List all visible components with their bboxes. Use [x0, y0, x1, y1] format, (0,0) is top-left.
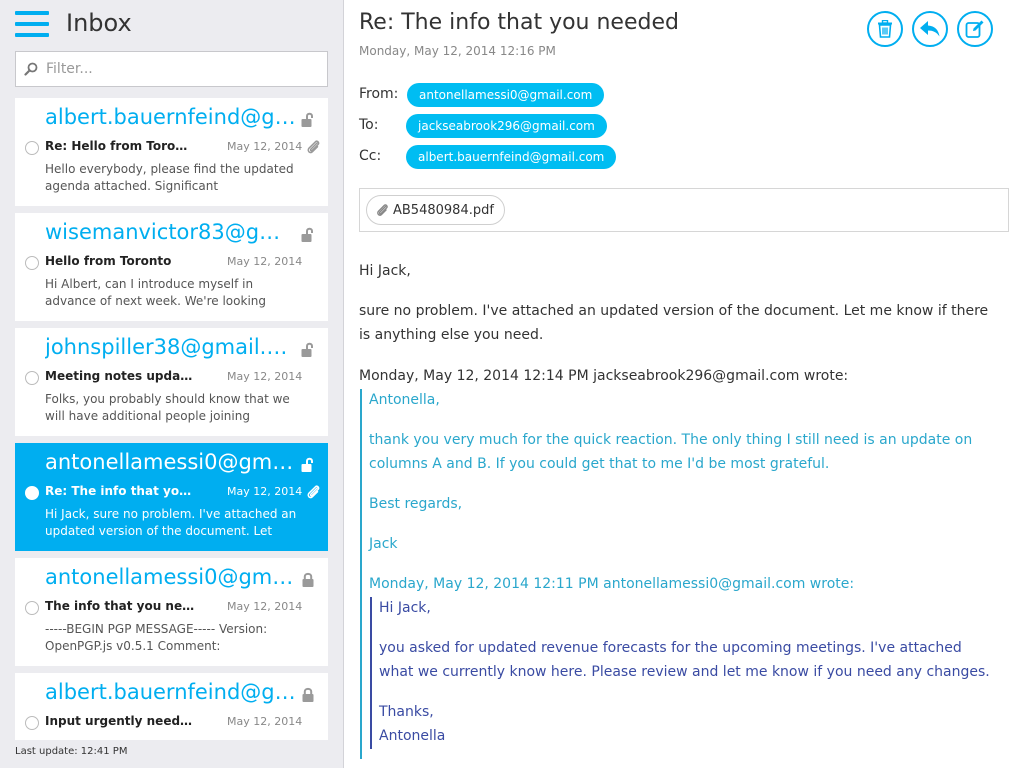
lock-closed-icon: [301, 687, 315, 703]
mail-list-item[interactable]: johnspiller38@gmail.com Meeting notes upd…: [15, 328, 328, 436]
quote2-signature: Antonella: [379, 728, 446, 744]
mail-subject: Re: The info that you needed: [45, 484, 195, 498]
message-subject: Re: The info that you needed: [359, 10, 679, 35]
body-greeting: Hi Jack,: [359, 263, 411, 279]
quote-bar-level-2: [370, 597, 372, 749]
mail-preview: Folks, you probably should know that we …: [45, 392, 290, 423]
mail-list-item[interactable]: antonellamessi0@gmail.com The info that y…: [15, 558, 328, 666]
search-icon: [16, 51, 46, 87]
mail-date: May 12, 2014: [227, 140, 303, 153]
quote2-thanks: Thanks,: [379, 704, 434, 720]
attachment-area: AB5480984.pdf: [359, 188, 1009, 232]
trash-icon: [878, 20, 892, 38]
compose-button[interactable]: [957, 11, 993, 47]
mail-select-radio[interactable]: [25, 601, 39, 615]
mail-sender: albert.bauernfeind@gmail.com: [45, 105, 297, 129]
lock-open-icon: [301, 227, 315, 243]
menu-icon[interactable]: [15, 11, 49, 37]
attachment-filename: AB5480984.pdf: [393, 202, 494, 218]
mail-subject: Input urgently needed: [45, 714, 195, 728]
sidebar: Inbox albert.bauernfeind@gmail.com Re: He…: [0, 0, 344, 768]
compose-icon: [965, 20, 984, 38]
quote1-paragraph: thank you very much for the quick reacti…: [369, 432, 973, 472]
message-date: Monday, May 12, 2014 12:16 PM: [359, 44, 556, 58]
last-update-status: Last update: 12:41 PM: [15, 746, 128, 757]
mail-select-radio[interactable]: [25, 486, 39, 500]
cc-address[interactable]: albert.bauernfeind@gmail.com: [406, 145, 617, 169]
cc-label: Cc:: [359, 148, 382, 164]
mail-date: May 12, 2014: [227, 370, 303, 383]
reply-button[interactable]: [912, 11, 948, 47]
body-paragraph: sure no problem. I've attached an update…: [359, 303, 989, 343]
mail-sender: albert.bauernfeind@gmail.com: [45, 680, 297, 704]
from-label: From:: [359, 86, 399, 102]
to-label: To:: [359, 117, 379, 133]
lock-open-icon: [301, 342, 315, 358]
mail-preview: -----BEGIN PGP MESSAGE----- Version: Ope…: [45, 622, 268, 653]
mail-select-radio[interactable]: [25, 371, 39, 385]
mail-select-radio[interactable]: [25, 141, 39, 155]
reading-pane: Re: The info that you needed Monday, May…: [345, 0, 1024, 768]
mail-select-radio[interactable]: [25, 256, 39, 270]
mail-sender: antonellamessi0@gmail.com: [45, 565, 297, 589]
mail-list-item[interactable]: albert.bauernfeind@gmail.com Input urgent…: [15, 673, 328, 740]
from-address[interactable]: antonellamessi0@gmail.com: [407, 83, 605, 107]
mail-subject: Re: Hello from Toronto: [45, 139, 195, 153]
mail-list-item[interactable]: albert.bauernfeind@gmail.com Re: Hello fr…: [15, 98, 328, 206]
mail-preview: [45, 736, 307, 740]
mail-sender: johnspiller38@gmail.com: [45, 335, 297, 359]
paperclip-icon: [305, 138, 321, 156]
quote1-regards: Best regards,: [369, 496, 463, 512]
paperclip-icon: [377, 204, 388, 216]
mail-subject: The info that you needed: [45, 599, 195, 613]
attachment-chip[interactable]: AB5480984.pdf: [366, 195, 505, 225]
mail-date: May 12, 2014: [227, 485, 303, 498]
mail-preview: Hello everybody, please find the updated…: [45, 162, 294, 193]
mail-list: albert.bauernfeind@gmail.com Re: Hello fr…: [15, 98, 328, 740]
mail-list-item[interactable]: antonellamessi0@gmail.com Re: The info th…: [15, 443, 328, 551]
reply-icon: [920, 21, 940, 37]
quote1-header: Monday, May 12, 2014 12:11 PM antonellam…: [369, 576, 855, 592]
mail-select-radio[interactable]: [25, 716, 39, 730]
mail-sender: antonellamessi0@gmail.com: [45, 450, 297, 474]
paperclip-icon: [305, 483, 321, 501]
quote1-greeting: Antonella,: [369, 392, 440, 408]
to-address[interactable]: jackseabrook296@gmail.com: [406, 114, 607, 138]
quote-header: Monday, May 12, 2014 12:14 PM jackseabro…: [359, 368, 849, 384]
lock-closed-icon: [301, 572, 315, 588]
mail-subject: Meeting notes update...: [45, 369, 195, 383]
mail-sender: wisemanvictor83@gmail.com: [45, 220, 297, 244]
mail-date: May 12, 2014: [227, 255, 303, 268]
quote-bar-level-1: [360, 389, 362, 759]
quote1-signature: Jack: [369, 536, 398, 552]
quote2-paragraph: you asked for updated revenue forecasts …: [379, 640, 990, 680]
mail-subject: Hello from Toronto: [45, 254, 172, 268]
mail-date: May 12, 2014: [227, 715, 303, 728]
lock-open-icon: [301, 112, 315, 128]
filter-input[interactable]: [46, 61, 316, 77]
lock-open-icon: [301, 457, 315, 473]
mail-list-item[interactable]: wisemanvictor83@gmail.com Hello from Toro…: [15, 213, 328, 321]
mail-date: May 12, 2014: [227, 600, 303, 613]
delete-button[interactable]: [867, 11, 903, 47]
mail-preview: Hi Jack, sure no problem. I've attached …: [45, 507, 297, 538]
mail-preview: Hi Albert, can I introduce myself in adv…: [45, 277, 266, 308]
filter-field[interactable]: [15, 51, 328, 87]
page-title: Inbox: [66, 9, 132, 37]
quote2-greeting: Hi Jack,: [379, 600, 431, 616]
